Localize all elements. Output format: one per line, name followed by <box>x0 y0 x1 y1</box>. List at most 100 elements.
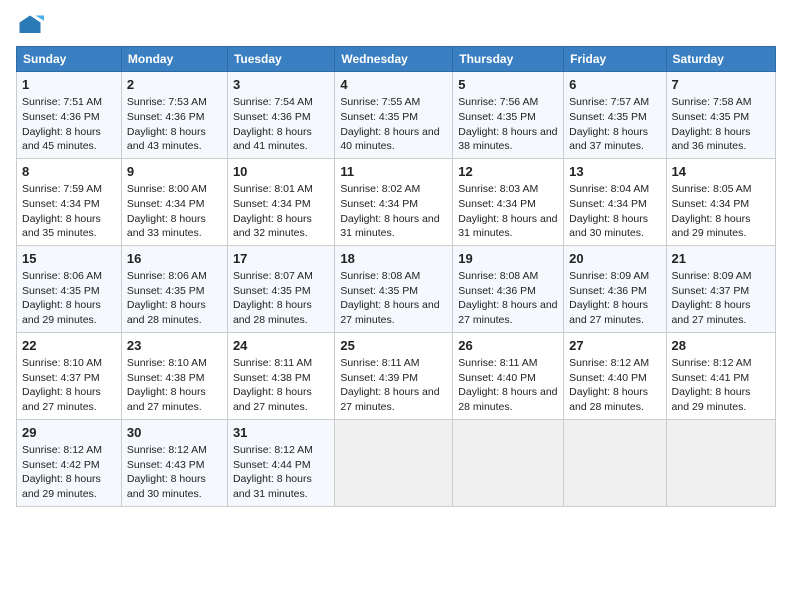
sunrise-label: Sunrise: 8:00 AM <box>127 183 207 195</box>
sunrise-label: Sunrise: 8:10 AM <box>127 357 207 369</box>
sunset-label: Sunset: 4:34 PM <box>672 198 750 210</box>
column-header-wednesday: Wednesday <box>335 47 453 72</box>
daylight-label: Daylight: 8 hours and 27 minutes. <box>340 386 439 413</box>
sunset-label: Sunset: 4:40 PM <box>569 372 647 384</box>
sunrise-label: Sunrise: 7:56 AM <box>458 96 538 108</box>
column-header-tuesday: Tuesday <box>227 47 334 72</box>
calendar-cell: 13Sunrise: 8:04 AMSunset: 4:34 PMDayligh… <box>564 158 666 245</box>
sunset-label: Sunset: 4:44 PM <box>233 459 311 471</box>
calendar-cell: 4Sunrise: 7:55 AMSunset: 4:35 PMDaylight… <box>335 72 453 159</box>
sunset-label: Sunset: 4:36 PM <box>22 111 100 123</box>
calendar-cell <box>564 419 666 506</box>
day-number: 3 <box>233 76 329 94</box>
sunrise-label: Sunrise: 8:09 AM <box>569 270 649 282</box>
logo <box>16 12 48 40</box>
column-header-friday: Friday <box>564 47 666 72</box>
sunset-label: Sunset: 4:34 PM <box>22 198 100 210</box>
daylight-label: Daylight: 8 hours and 29 minutes. <box>672 213 751 240</box>
sunset-label: Sunset: 4:36 PM <box>233 111 311 123</box>
sunset-label: Sunset: 4:35 PM <box>22 285 100 297</box>
day-number: 8 <box>22 163 116 181</box>
calendar-cell: 8 Sunrise: 7:59 AM Sunset: 4:34 PM Daylight… <box>17 158 122 245</box>
daylight-label: Daylight: 8 hours and 28 minutes. <box>569 386 648 413</box>
calendar-cell: 25Sunrise: 8:11 AMSunset: 4:39 PMDayligh… <box>335 332 453 419</box>
calendar-cell: 21Sunrise: 8:09 AMSunset: 4:37 PMDayligh… <box>666 245 775 332</box>
calendar-cell: 26Sunrise: 8:11 AMSunset: 4:40 PMDayligh… <box>453 332 564 419</box>
sunset-label: Sunset: 4:36 PM <box>127 111 205 123</box>
sunset-label: Sunset: 4:38 PM <box>127 372 205 384</box>
sunrise-label: Sunrise: 8:11 AM <box>458 357 537 369</box>
sunset-label: Sunset: 4:35 PM <box>672 111 750 123</box>
daylight-label: Daylight: 8 hours and 31 minutes. <box>233 473 312 500</box>
page-container: SundayMondayTuesdayWednesdayThursdayFrid… <box>0 0 792 515</box>
calendar-table: SundayMondayTuesdayWednesdayThursdayFrid… <box>16 46 776 507</box>
day-number: 7 <box>672 76 770 94</box>
column-header-monday: Monday <box>121 47 227 72</box>
calendar-cell <box>666 419 775 506</box>
sunset-label: Sunset: 4:34 PM <box>340 198 418 210</box>
sunset-label: Sunset: 4:34 PM <box>233 198 311 210</box>
sunset-label: Sunset: 4:39 PM <box>340 372 418 384</box>
calendar-cell: 3Sunrise: 7:54 AMSunset: 4:36 PMDaylight… <box>227 72 334 159</box>
sunrise-label: Sunrise: 8:08 AM <box>340 270 420 282</box>
day-number: 22 <box>22 337 116 355</box>
daylight-label: Daylight: 8 hours and 30 minutes. <box>569 213 648 240</box>
sunrise-label: Sunrise: 8:05 AM <box>672 183 752 195</box>
sunrise-label: Sunrise: 8:12 AM <box>22 444 102 456</box>
sunset-label: Sunset: 4:35 PM <box>458 111 536 123</box>
daylight-label: Daylight: 8 hours and 27 minutes. <box>127 386 206 413</box>
sunset-label: Sunset: 4:37 PM <box>672 285 750 297</box>
header-row <box>16 12 776 40</box>
sunrise-label: Sunrise: 8:04 AM <box>569 183 649 195</box>
sunrise-label: Sunrise: 8:11 AM <box>340 357 419 369</box>
sunset-label: Sunset: 4:35 PM <box>340 111 418 123</box>
sunrise-label: Sunrise: 7:54 AM <box>233 96 313 108</box>
day-number: 17 <box>233 250 329 268</box>
calendar-cell: 27Sunrise: 8:12 AMSunset: 4:40 PMDayligh… <box>564 332 666 419</box>
sunrise-label: Sunrise: 8:12 AM <box>127 444 207 456</box>
calendar-cell: 30Sunrise: 8:12 AMSunset: 4:43 PMDayligh… <box>121 419 227 506</box>
day-number: 18 <box>340 250 447 268</box>
sunset-label: Sunset: 4:35 PM <box>233 285 311 297</box>
calendar-header-row: SundayMondayTuesdayWednesdayThursdayFrid… <box>17 47 776 72</box>
day-number: 12 <box>458 163 558 181</box>
sunset-label: Sunset: 4:40 PM <box>458 372 536 384</box>
sunrise-label: Sunrise: 7:51 AM <box>22 96 102 108</box>
day-number: 23 <box>127 337 222 355</box>
sunrise-label: Sunrise: 7:57 AM <box>569 96 649 108</box>
daylight-label: Daylight: 8 hours and 38 minutes. <box>458 126 557 153</box>
sunset-label: Sunset: 4:37 PM <box>22 372 100 384</box>
calendar-cell: 28Sunrise: 8:12 AMSunset: 4:41 PMDayligh… <box>666 332 775 419</box>
sunset-label: Sunset: 4:43 PM <box>127 459 205 471</box>
daylight-label: Daylight: 8 hours and 40 minutes. <box>340 126 439 153</box>
sunrise-label: Sunrise: 8:06 AM <box>127 270 207 282</box>
calendar-cell: 10Sunrise: 8:01 AMSunset: 4:34 PMDayligh… <box>227 158 334 245</box>
sunrise-label: Sunrise: 8:06 AM <box>22 270 102 282</box>
daylight-label: Daylight: 8 hours and 31 minutes. <box>458 213 557 240</box>
calendar-cell: 24Sunrise: 8:11 AMSunset: 4:38 PMDayligh… <box>227 332 334 419</box>
column-header-sunday: Sunday <box>17 47 122 72</box>
daylight-label: Daylight: 8 hours and 28 minutes. <box>127 299 206 326</box>
week-row-4: 22 Sunrise: 8:10 AM Sunset: 4:37 PM Dayligh… <box>17 332 776 419</box>
daylight-label: Daylight: 8 hours and 28 minutes. <box>233 299 312 326</box>
day-number: 21 <box>672 250 770 268</box>
calendar-cell: 18Sunrise: 8:08 AMSunset: 4:35 PMDayligh… <box>335 245 453 332</box>
day-number: 6 <box>569 76 660 94</box>
daylight-label: Daylight: 8 hours and 27 minutes. <box>22 386 101 413</box>
day-number: 31 <box>233 424 329 442</box>
calendar-cell: 7Sunrise: 7:58 AMSunset: 4:35 PMDaylight… <box>666 72 775 159</box>
sunset-label: Sunset: 4:38 PM <box>233 372 311 384</box>
calendar-cell: 14Sunrise: 8:05 AMSunset: 4:34 PMDayligh… <box>666 158 775 245</box>
day-number: 30 <box>127 424 222 442</box>
column-header-saturday: Saturday <box>666 47 775 72</box>
calendar-cell <box>453 419 564 506</box>
daylight-label: Daylight: 8 hours and 35 minutes. <box>22 213 101 240</box>
daylight-label: Daylight: 8 hours and 29 minutes. <box>672 386 751 413</box>
calendar-body: 1Sunrise: 7:51 AMSunset: 4:36 PMDaylight… <box>17 72 776 507</box>
calendar-cell: 20Sunrise: 8:09 AMSunset: 4:36 PMDayligh… <box>564 245 666 332</box>
sunrise-label: Sunrise: 7:59 AM <box>22 183 102 195</box>
daylight-label: Daylight: 8 hours and 28 minutes. <box>458 386 557 413</box>
sunset-label: Sunset: 4:34 PM <box>127 198 205 210</box>
daylight-label: Daylight: 8 hours and 27 minutes. <box>672 299 751 326</box>
sunrise-label: Sunrise: 7:55 AM <box>340 96 420 108</box>
